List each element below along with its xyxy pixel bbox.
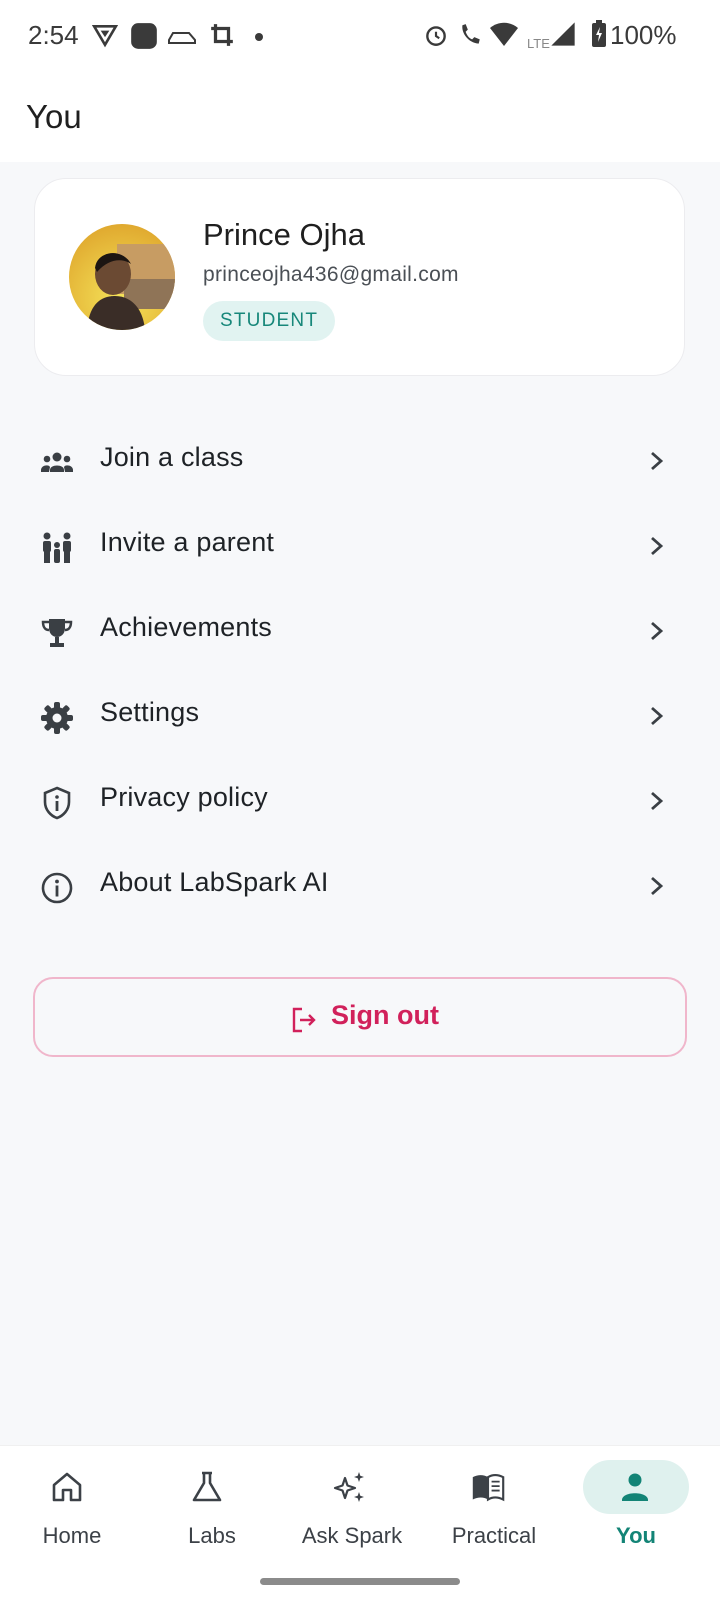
chevron-right-icon	[651, 621, 664, 641]
battery-icon	[592, 20, 606, 47]
menu-label-about: About LabSpark AI	[100, 867, 329, 897]
profile-email: princeojha436@gmail.com	[203, 263, 459, 286]
trophy-icon	[41, 619, 73, 647]
vpn-shield-icon	[92, 25, 118, 48]
crop-icon	[211, 24, 233, 46]
profile-card[interactable]: Prince Ojha princeojha436@gmail.com STUD…	[34, 178, 685, 376]
nav-you[interactable]: You	[570, 1446, 714, 1566]
sign-out-button[interactable]: Sign out	[33, 977, 687, 1057]
group-icon	[41, 452, 73, 472]
wifi-call-icon	[462, 24, 480, 44]
menu-item-invite-parent[interactable]: Invite a parent	[0, 503, 720, 589]
menu-item-join-class[interactable]: Join a class	[0, 418, 720, 504]
network-type: LTE	[527, 36, 550, 51]
nav-label-ask-spark: Ask Spark	[301, 1523, 403, 1548]
status-time: 2:54	[28, 20, 79, 50]
home-gesture-bar[interactable]	[260, 1578, 460, 1585]
car-icon	[168, 32, 196, 44]
menu-item-settings[interactable]: Settings	[0, 673, 720, 759]
menu-label-invite-parent: Invite a parent	[100, 527, 275, 557]
menu-label-achievements: Achievements	[100, 612, 272, 642]
family-icon	[43, 532, 71, 563]
status-bar: 2:54 LTE 100%	[0, 0, 720, 74]
chevron-right-icon	[651, 791, 664, 811]
shield-icon	[43, 786, 71, 820]
sparkle-icon	[333, 1472, 364, 1502]
nav-practical[interactable]: Practical	[422, 1446, 566, 1566]
nav-label-home: Home	[42, 1523, 102, 1548]
menu-label-privacy-policy: Privacy policy	[100, 782, 268, 812]
menu-label-join-class: Join a class	[100, 442, 244, 472]
profile-name: Prince Ojha	[203, 217, 365, 252]
chevron-right-icon	[651, 876, 664, 896]
signal-icon	[551, 22, 575, 46]
sign-out-label: Sign out	[331, 1000, 439, 1030]
app-notification-icon	[131, 23, 157, 49]
nav-labs[interactable]: Labs	[140, 1446, 284, 1566]
alarm-icon	[426, 26, 446, 46]
page-title: You	[26, 98, 82, 135]
chevron-right-icon	[651, 706, 664, 726]
info-icon	[41, 872, 73, 904]
menu-item-achievements[interactable]: Achievements	[0, 588, 720, 674]
book-icon	[472, 1474, 505, 1502]
wifi-icon	[490, 22, 518, 46]
nav-ask-spark[interactable]: Ask Spark	[280, 1446, 424, 1566]
battery-percent: 100%	[610, 20, 677, 50]
menu-label-settings: Settings	[100, 697, 200, 727]
flask-icon	[192, 1471, 222, 1502]
chevron-right-icon	[651, 536, 664, 556]
dot-icon	[255, 33, 263, 41]
nav-label-practical: Practical	[451, 1523, 537, 1548]
menu-item-about[interactable]: About LabSpark AI	[0, 843, 720, 929]
home-icon	[52, 1472, 82, 1502]
nav-label-labs: Labs	[188, 1523, 236, 1548]
nav-label-you: You	[616, 1523, 656, 1548]
avatar	[69, 224, 175, 330]
role-badge: STUDENT	[203, 301, 336, 341]
menu-item-privacy-policy[interactable]: Privacy policy	[0, 758, 720, 844]
gear-icon	[41, 702, 73, 734]
app-bar: You	[0, 74, 720, 162]
person-icon	[622, 1473, 648, 1501]
nav-home[interactable]: Home	[0, 1446, 144, 1566]
logout-icon	[292, 1007, 316, 1033]
chevron-right-icon	[651, 451, 664, 471]
